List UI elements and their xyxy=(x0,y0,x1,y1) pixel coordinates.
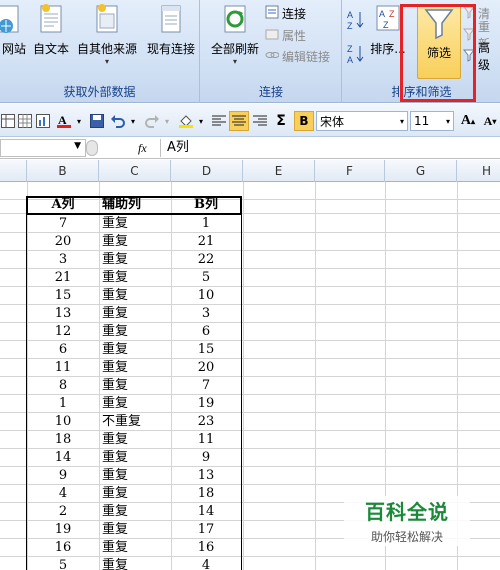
link-icon xyxy=(265,48,280,65)
svg-text:Z: Z xyxy=(383,20,389,30)
refresh-all-button[interactable]: 全部刷新 ▾ xyxy=(205,2,265,66)
chevron-down-icon[interactable]: ▾ xyxy=(74,111,84,131)
save-icon[interactable] xyxy=(88,111,106,131)
column-header-e[interactable]: E xyxy=(243,160,315,182)
column-header-c[interactable]: C xyxy=(99,160,171,182)
sort-za-icon: ZA xyxy=(347,43,365,68)
sort-icon: AZZ xyxy=(373,2,403,36)
name-box[interactable]: ▼ xyxy=(0,139,86,157)
connections-icon xyxy=(265,5,279,22)
watermark-logo: 百科全说 助你轻松解决 xyxy=(344,496,470,546)
font-color-icon[interactable]: A xyxy=(54,111,74,131)
chevron-down-icon[interactable]: ▾ xyxy=(162,111,172,131)
redo-icon[interactable] xyxy=(142,111,162,131)
undo-icon[interactable] xyxy=(108,111,128,131)
text-file-icon xyxy=(36,2,66,36)
bold-button[interactable]: B xyxy=(294,111,314,131)
svg-text:A: A xyxy=(58,113,67,127)
align-left-icon[interactable] xyxy=(210,111,228,131)
web-icon xyxy=(0,2,30,36)
table-icon[interactable] xyxy=(0,111,16,131)
svg-text:A: A xyxy=(347,55,353,65)
from-web-button[interactable]: 网站 xyxy=(0,2,28,57)
ribbon: 网站 自文本 自其他来源 ▾ 现有连接 获取外部数据 全部刷新 ▾ 连接 属性 … xyxy=(0,0,500,103)
from-text-button[interactable]: 自文本 xyxy=(30,2,72,57)
chevron-down-icon[interactable]: ▾ xyxy=(196,111,206,131)
font-name-select[interactable]: 宋体 ▾ xyxy=(316,111,408,131)
decrease-font-icon[interactable]: A ▾ xyxy=(480,111,500,131)
existing-connections-icon xyxy=(156,2,186,36)
properties-icon xyxy=(265,27,279,44)
quick-toolbar: A ▾ ▾ ▾ ▾ Σ B 宋体 ▾ 11 ▾ A ▴ A ▾ xyxy=(0,104,500,137)
watermark-title: 百科全说 xyxy=(365,500,449,524)
chevron-down-icon: ▾ xyxy=(399,116,404,126)
svg-text:Z: Z xyxy=(347,44,353,54)
chart-table-icon[interactable] xyxy=(34,111,52,131)
column-header-b[interactable]: B xyxy=(27,160,99,182)
insert-function-button[interactable]: fx xyxy=(138,139,156,157)
from-other-sources-button[interactable]: 自其他来源 ▾ xyxy=(74,2,140,66)
group-external-data: 网站 自文本 自其他来源 ▾ 现有连接 获取外部数据 xyxy=(0,0,200,103)
grid-icon[interactable] xyxy=(16,111,34,131)
edit-links-button[interactable]: 编辑链接 xyxy=(265,47,330,65)
autosum-icon[interactable]: Σ xyxy=(272,111,290,131)
chevron-down-icon: ▾ xyxy=(104,57,109,66)
chevron-down-icon: ▾ xyxy=(232,57,237,66)
chevron-down-icon[interactable]: ▾ xyxy=(128,111,138,131)
increase-font-icon[interactable]: A ▴ xyxy=(458,111,478,131)
highlight-annotation-box xyxy=(400,4,476,102)
refresh-icon xyxy=(220,2,250,36)
chevron-down-icon: ▾ xyxy=(445,116,450,126)
formula-bar: ▼ fx A列 xyxy=(0,137,500,159)
formula-input[interactable]: A列 xyxy=(160,139,500,157)
select-all-corner[interactable] xyxy=(0,160,27,182)
align-right-icon[interactable] xyxy=(251,111,269,131)
sort-az-icon: AZ xyxy=(347,9,365,34)
align-center-icon[interactable] xyxy=(229,111,249,131)
font-size-select[interactable]: 11 ▾ xyxy=(410,111,454,131)
svg-text:Z: Z xyxy=(389,9,395,19)
group-label-external-data: 获取外部数据 xyxy=(63,85,136,99)
group-connections: 全部刷新 ▾ 连接 属性 编辑链接 连接 xyxy=(201,0,342,103)
other-sources-icon xyxy=(92,2,122,36)
column-header-d[interactable]: D xyxy=(171,160,243,182)
fill-color-icon[interactable] xyxy=(176,111,196,131)
watermark-subtitle: 助你轻松解决 xyxy=(370,530,443,544)
existing-connections-button[interactable]: 现有连接 xyxy=(144,2,198,57)
column-header-g[interactable]: G xyxy=(385,160,457,182)
svg-text:A: A xyxy=(379,9,385,19)
formula-bar-splitter[interactable] xyxy=(86,140,98,156)
connections-button[interactable]: 连接 xyxy=(265,4,306,22)
chevron-down-icon: ▼ xyxy=(74,141,81,151)
sort-descending-button[interactable]: ZA xyxy=(347,44,365,65)
table-border xyxy=(26,196,242,570)
properties-button[interactable]: 属性 xyxy=(265,26,306,44)
sort-ascending-button[interactable]: AZ xyxy=(347,10,365,31)
column-header-h[interactable]: H xyxy=(457,160,500,182)
column-headers: B C D E F G H xyxy=(0,160,500,182)
group-label-connections: 连接 xyxy=(258,85,283,99)
column-header-f[interactable]: F xyxy=(315,160,385,182)
svg-text:A: A xyxy=(347,10,353,20)
svg-text:Z: Z xyxy=(347,21,353,31)
